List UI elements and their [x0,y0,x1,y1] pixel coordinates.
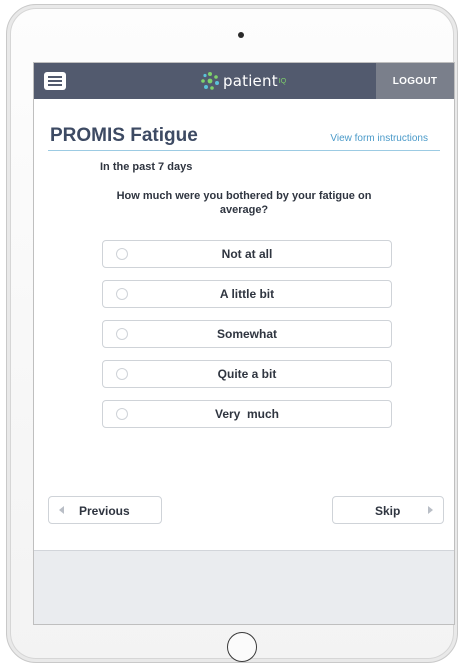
logout-button[interactable]: LOGOUT [376,63,454,99]
previous-label: Previous [79,504,130,518]
page-title: PROMIS Fatigue [50,125,198,146]
chevron-left-icon [59,506,64,514]
home-button[interactable] [227,632,257,662]
answer-option-somewhat[interactable]: Somewhat [102,320,392,348]
tablet-frame: patient IQ LOGOUT PROMIS Fatigue View for… [6,4,458,663]
brand-name: patient [223,72,278,90]
radio-icon[interactable] [116,368,128,380]
chevron-right-icon [428,506,433,514]
answer-option-a-little-bit[interactable]: A little bit [102,280,392,308]
radio-icon[interactable] [116,328,128,340]
title-divider [48,150,440,151]
brand-logo: patient IQ [200,70,286,92]
answer-option-very-much[interactable]: Very much [102,400,392,428]
radio-icon[interactable] [116,408,128,420]
answer-option-label: Quite a bit [217,367,277,381]
camera-icon [238,32,244,38]
radio-icon[interactable] [116,248,128,260]
app-header: patient IQ LOGOUT [34,63,454,99]
previous-button[interactable]: Previous [48,496,162,524]
hamburger-menu-icon[interactable] [44,72,66,90]
brand-superscript: IQ [278,77,287,85]
answer-option-not-at-all[interactable]: Not at all [102,240,392,268]
view-instructions-link[interactable]: View form instructions [330,133,428,144]
question-text: How much were you bothered by your fatig… [116,190,372,216]
radio-icon[interactable] [116,288,128,300]
skip-button[interactable]: Skip [332,496,444,524]
patientiq-dots-logo-icon [201,72,219,90]
answer-option-label: A little bit [219,287,275,301]
answer-option-quite-a-bit[interactable]: Quite a bit [102,360,392,388]
timeframe-text: In the past 7 days [100,161,193,173]
skip-label: Skip [375,504,401,518]
footer-area [34,550,454,624]
answer-options: Not at all A little bit Somewhat Quite a… [102,240,392,440]
answer-option-label: Not at all [221,247,273,261]
answer-option-label: Very much [214,407,280,421]
answer-option-label: Somewhat [216,327,277,341]
app-screen: patient IQ LOGOUT PROMIS Fatigue View for… [33,62,455,625]
